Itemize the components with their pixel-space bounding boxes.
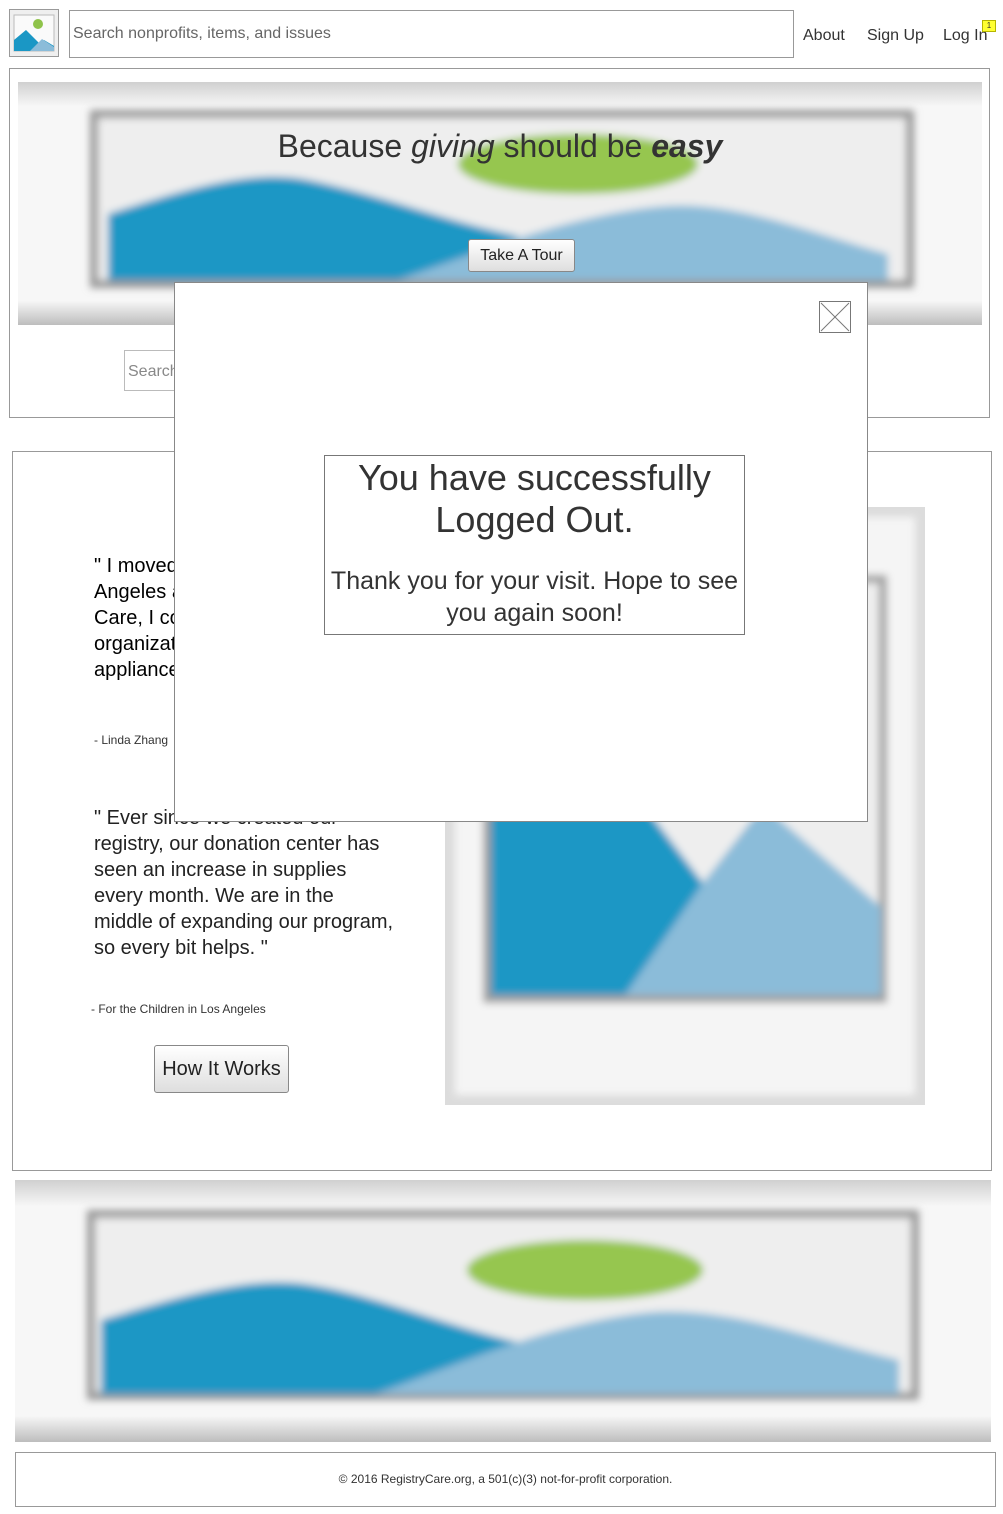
testimonial-attribution: - For the Children in Los Angeles — [91, 1002, 266, 1016]
logo-image-icon[interactable] — [9, 9, 59, 57]
footer: © 2016 RegistryCare.org, a 501(c)(3) not… — [15, 1452, 996, 1507]
footer-copyright: © 2016 RegistryCare.org, a 501(c)(3) not… — [338, 1472, 673, 1486]
headline-part: Because — [277, 128, 412, 164]
headline-part: should be — [494, 128, 652, 164]
testimonial-attribution: - Linda Zhang — [94, 733, 169, 747]
notification-badge: 1 — [982, 20, 996, 32]
site-search-input[interactable] — [69, 10, 794, 58]
headline-emphasis: giving — [411, 128, 495, 164]
testimonial-quote: " Ever since we created our registry, ou… — [94, 807, 394, 959]
logout-message-box: You have successfully Logged Out. Thank … — [324, 455, 745, 635]
take-a-tour-button[interactable]: Take A Tour — [468, 239, 575, 272]
how-it-works-button[interactable]: How It Works — [154, 1045, 289, 1093]
nav-about-link[interactable]: About — [803, 26, 845, 46]
close-icon[interactable] — [819, 301, 851, 333]
nav-sign-up-link[interactable]: Sign Up — [867, 26, 924, 46]
logout-message: Thank you for your visit. Hope to see yo… — [330, 567, 739, 627]
bottom-banner-image — [15, 1180, 991, 1442]
hero-headline: Because giving should be easy — [18, 128, 982, 165]
headline-strong: easy — [651, 128, 723, 164]
nav-log-in-link[interactable]: Log In — [943, 26, 987, 46]
logout-title: You have successfully Logged Out. — [358, 457, 711, 540]
